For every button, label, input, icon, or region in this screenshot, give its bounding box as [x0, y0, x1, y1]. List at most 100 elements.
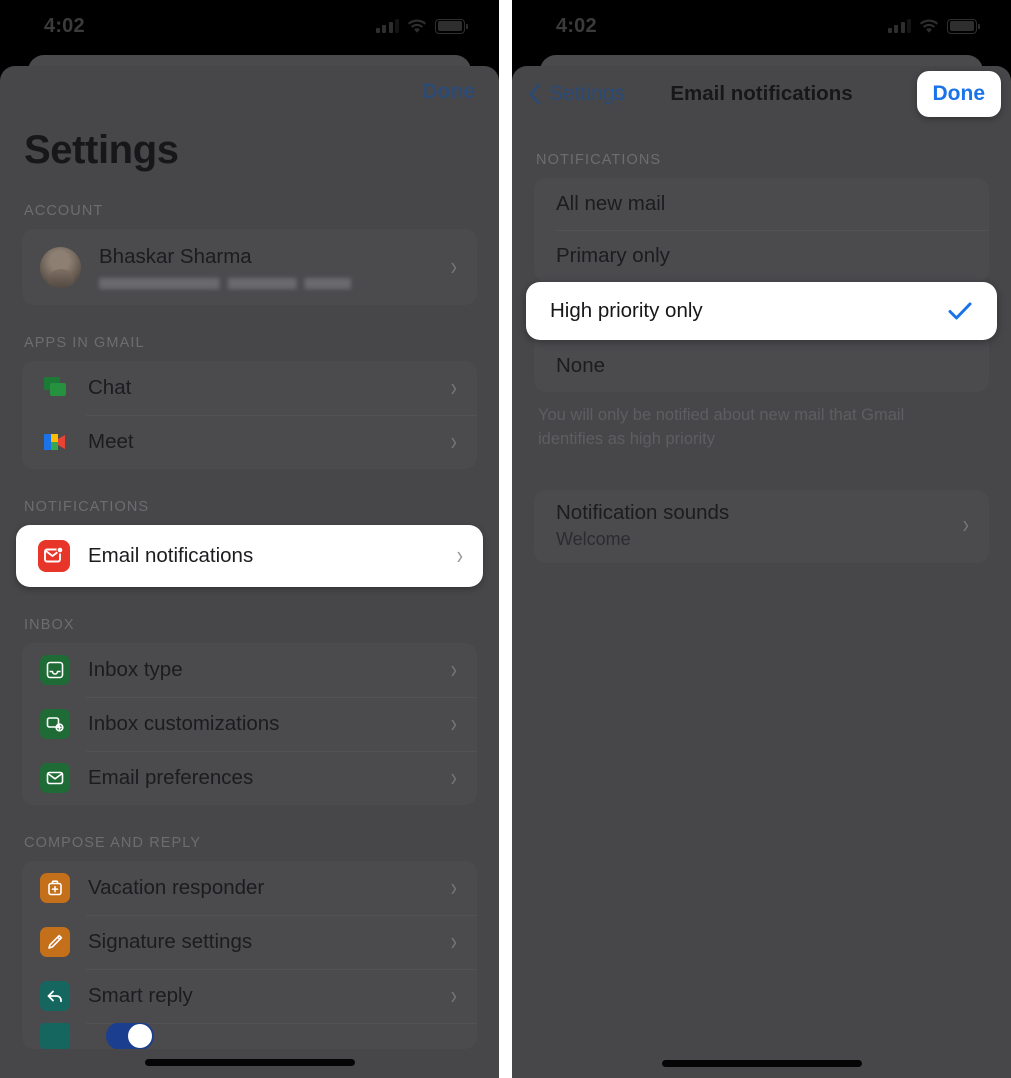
home-indicator[interactable] [661, 1060, 862, 1067]
status-bar-right: 4:02 [512, 0, 1011, 52]
vacation-responder-icon [40, 873, 70, 903]
toggle-switch[interactable] [106, 1023, 154, 1049]
option-high-priority-highlight-card[interactable]: High priority only [526, 282, 997, 340]
sidebar-item-email-notifications[interactable]: Email notifications › [16, 525, 483, 587]
section-label-compose-and-reply: COMPOSE AND REPLY [24, 835, 202, 851]
battery-icon [947, 18, 980, 34]
sidebar-item-smart-reply[interactable]: Smart reply › [22, 969, 477, 1023]
section-label-notifications: NOTIFICATIONS [24, 499, 150, 515]
option-all-new-mail[interactable]: All new mail [534, 178, 989, 230]
sidebar-item-inbox-customizations[interactable]: Inbox customizations › [22, 697, 477, 751]
sidebar-item-label: Chat [88, 376, 132, 399]
email-notifications-icon [38, 540, 70, 572]
status-bar-clock: 4:02 [44, 14, 85, 37]
back-button-label: Settings [549, 82, 625, 105]
option-label: Primary only [556, 244, 670, 267]
option-label: All new mail [556, 192, 666, 215]
email-preferences-icon [40, 763, 70, 793]
account-name: Bhaskar Sharma [99, 245, 252, 268]
notification-sounds-card: Notification sounds Welcome › [534, 489, 989, 563]
option-label: None [556, 354, 606, 377]
navigation-bar: Settings Email notifications Done [512, 66, 1011, 122]
inbox-type-icon [40, 655, 70, 685]
chevron-right-icon: › [450, 763, 457, 793]
section-label-apps-in-gmail: APPS IN GMAIL [24, 335, 145, 351]
sidebar-item-label: Meet [88, 430, 134, 453]
sidebar-item-label: Smart reply [88, 984, 193, 1007]
avatar [40, 246, 81, 288]
notification-options-card: All new mail Primary only [534, 178, 989, 282]
sidebar-item-inbox-type[interactable]: Inbox type › [22, 643, 477, 697]
sidebar-item-label: Signature settings [88, 930, 253, 953]
page-title: Settings [24, 128, 179, 172]
panel-divider [499, 0, 512, 1078]
section-label-account: ACCOUNT [24, 203, 104, 219]
notification-sounds-value: Welcome [556, 528, 631, 549]
notification-sounds-title: Notification sounds [556, 500, 730, 524]
sidebar-item-label: Inbox type [88, 658, 183, 681]
partial-row-icon [40, 1023, 70, 1049]
sidebar-item-label: Email preferences [88, 766, 254, 789]
sidebar-item-vacation-responder[interactable]: Vacation responder › [22, 861, 477, 915]
status-bar-left: 4:02 [0, 0, 499, 52]
list-item-partial[interactable] [22, 1023, 477, 1049]
sidebar-item-meet[interactable]: Meet › [22, 415, 477, 469]
sidebar-item-label: Inbox customizations [88, 712, 280, 735]
section-label-notifications: NOTIFICATIONS [536, 152, 662, 168]
notification-sounds-text: Notification sounds Welcome [556, 501, 963, 550]
inbox-customizations-icon [40, 709, 70, 739]
wifi-icon [919, 19, 939, 34]
option-primary-only[interactable]: Primary only [534, 230, 989, 282]
home-indicator[interactable] [144, 1059, 355, 1066]
cellular-signal-icon [887, 19, 911, 33]
option-high-priority-only[interactable]: High priority only [526, 282, 997, 340]
chevron-right-icon: › [450, 373, 457, 403]
chevron-left-icon [528, 83, 541, 105]
account-card: Bhaskar Sharma › [22, 229, 477, 305]
sidebar-item-label: Vacation responder [88, 876, 265, 899]
signature-settings-icon [40, 927, 70, 957]
notification-options-card-lower: None [534, 334, 989, 392]
inbox-card: Inbox type › Inbox customizations › Emai… [22, 643, 477, 805]
chevron-right-icon: › [450, 709, 457, 739]
option-none[interactable]: None [534, 340, 989, 392]
apps-in-gmail-card: Chat › Meet › [22, 361, 477, 469]
sidebar-item-email-preferences[interactable]: Email preferences › [22, 751, 477, 805]
settings-sheet: Done Settings ACCOUNT Bhaskar Sharma › A… [0, 66, 499, 1078]
sidebar-item-notification-sounds[interactable]: Notification sounds Welcome › [534, 490, 989, 563]
chevron-right-icon: › [450, 655, 457, 685]
sidebar-item-chat[interactable]: Chat › [22, 361, 477, 415]
chevron-right-icon: › [450, 981, 457, 1011]
sidebar-item-account[interactable]: Bhaskar Sharma › [22, 229, 477, 305]
screenshot-stage: 4:02 Done Settings ACCOUNT Bhaskar Sharm… [0, 0, 1011, 1078]
email-notifications-highlight-card[interactable]: Email notifications › [16, 525, 483, 587]
right-phone-screen: 4:02 Settings Email notifications Done N… [512, 0, 1011, 1078]
sidebar-item-label: Email notifications [88, 544, 254, 567]
option-label: High priority only [550, 299, 703, 322]
wifi-icon [407, 19, 427, 34]
chevron-right-icon: › [450, 252, 457, 282]
helper-text: You will only be notified about new mail… [538, 406, 905, 448]
section-label-inbox: INBOX [24, 617, 75, 633]
settings-done-button[interactable]: Done [422, 80, 475, 104]
back-to-settings-button[interactable]: Settings [528, 82, 625, 106]
checkmark-icon [947, 300, 973, 322]
smart-reply-icon [40, 981, 70, 1011]
chevron-right-icon: › [450, 873, 457, 903]
settings-sheet-topbar: Done [0, 66, 499, 118]
google-meet-icon [40, 427, 70, 457]
battery-icon [435, 18, 468, 34]
chevron-right-icon: › [450, 427, 457, 457]
done-button[interactable]: Done [933, 82, 986, 105]
account-text: Bhaskar Sharma [99, 245, 433, 289]
chevron-right-icon: › [456, 541, 463, 571]
status-bar-icons [887, 18, 980, 34]
account-email-redacted [99, 278, 373, 289]
email-notifications-sheet: Settings Email notifications Done NOTIFI… [512, 66, 1011, 1078]
done-button-highlight-card[interactable]: Done [916, 71, 1001, 117]
google-chat-icon [40, 373, 70, 403]
compose-and-reply-card: Vacation responder › Signature settings … [22, 861, 477, 1049]
chevron-right-icon: › [962, 511, 969, 540]
sidebar-item-signature-settings[interactable]: Signature settings › [22, 915, 477, 969]
status-bar-icons [375, 18, 468, 34]
